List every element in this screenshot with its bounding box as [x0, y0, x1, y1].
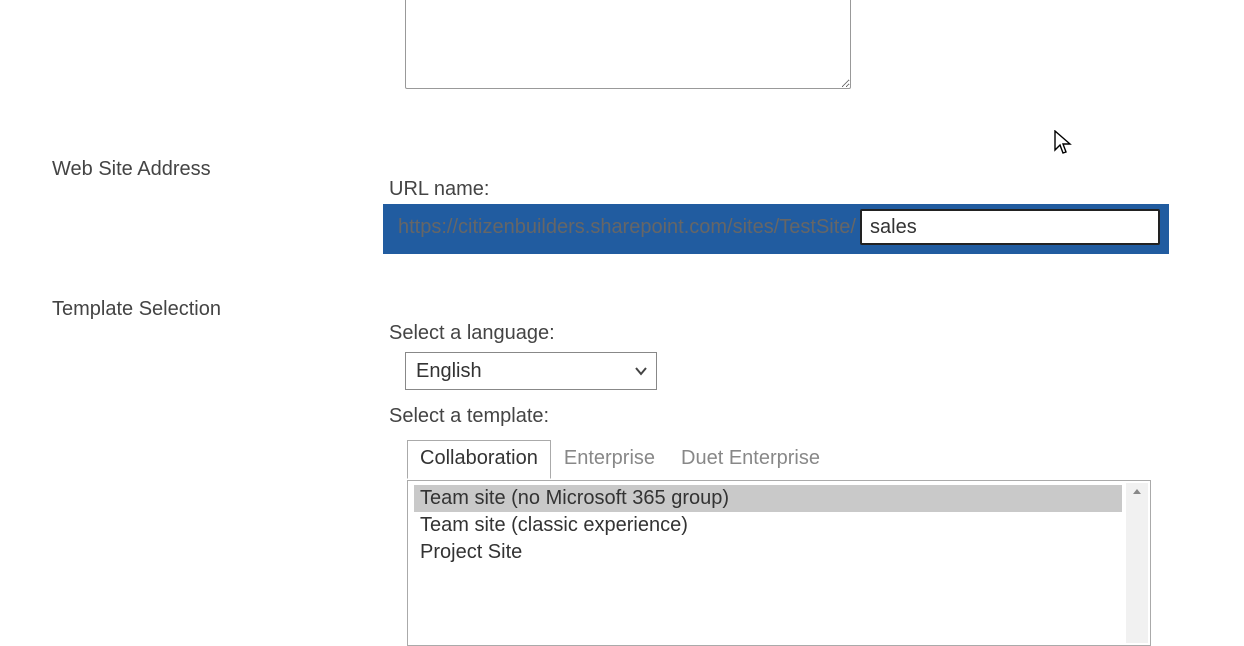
scroll-up-icon[interactable] [1126, 483, 1148, 501]
chevron-down-icon [634, 364, 648, 378]
template-tabs: Collaboration Enterprise Duet Enterprise [407, 439, 833, 478]
cursor-icon [1054, 130, 1076, 158]
template-listbox[interactable]: Team site (no Microsoft 365 group) Team … [407, 480, 1151, 646]
scrollbar[interactable] [1126, 483, 1148, 643]
url-prefix: https://citizenbuilders.sharepoint.com/s… [392, 212, 856, 243]
url-name-label: URL name: [389, 178, 489, 201]
tab-duet-enterprise[interactable]: Duet Enterprise [668, 440, 833, 479]
url-highlight-box: https://citizenbuilders.sharepoint.com/s… [383, 204, 1169, 254]
tab-enterprise[interactable]: Enterprise [551, 440, 668, 479]
description-textarea[interactable] [405, 0, 851, 89]
language-select[interactable]: English [405, 352, 657, 390]
template-item[interactable]: Team site (classic experience) [414, 512, 1122, 539]
select-template-label: Select a template: [389, 405, 549, 428]
url-name-input[interactable] [860, 209, 1160, 245]
tab-collaboration[interactable]: Collaboration [407, 440, 551, 479]
template-item[interactable]: Team site (no Microsoft 365 group) [414, 485, 1122, 512]
template-item[interactable]: Project Site [414, 539, 1122, 566]
select-language-label: Select a language: [389, 322, 555, 345]
section-web-site-address: Web Site Address [52, 158, 372, 181]
section-template-selection: Template Selection [52, 298, 372, 321]
language-selected-value: English [416, 360, 482, 383]
